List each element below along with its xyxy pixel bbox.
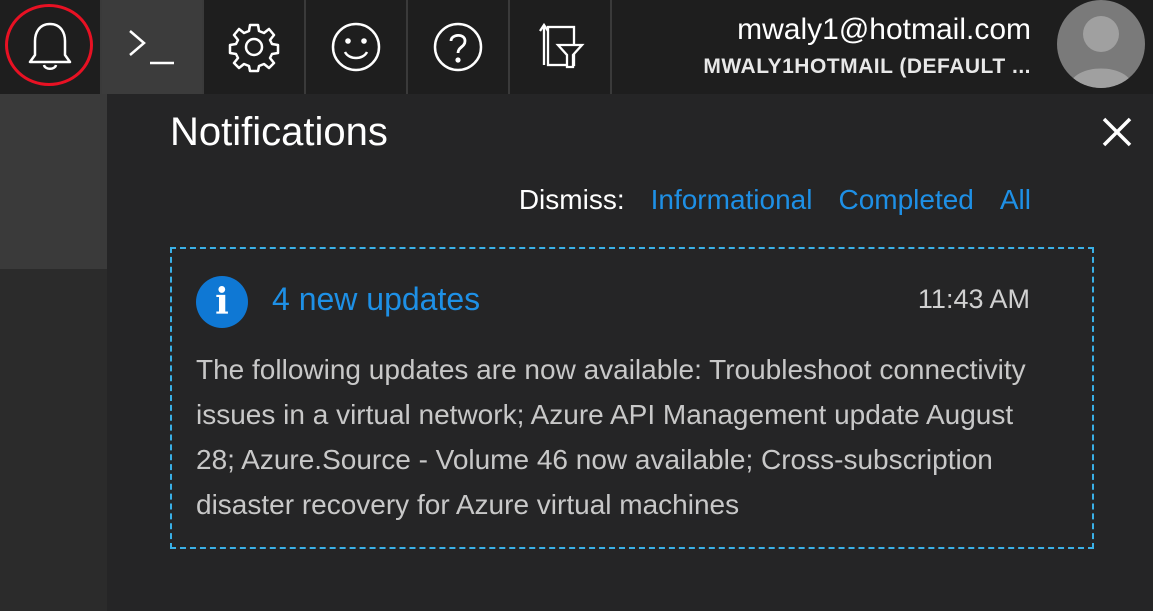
account-directory: MWALY1HOTMAIL (DEFAULT ...: [703, 55, 1031, 78]
info-icon: i: [196, 276, 248, 328]
dismiss-all-link[interactable]: All: [1000, 184, 1031, 216]
panel-title: Notifications: [170, 110, 388, 154]
account-info[interactable]: mwaly1@hotmail.com MWALY1HOTMAIL (DEFAUL…: [703, 10, 1031, 84]
directory-filter-icon: [534, 21, 586, 73]
close-icon: [1101, 116, 1133, 153]
user-avatar-icon[interactable]: [1057, 0, 1145, 88]
notification-title[interactable]: 4 new updates: [272, 281, 480, 318]
background-blade-header: [0, 94, 107, 269]
help-button[interactable]: [408, 0, 510, 94]
dismiss-row: Dismiss: Informational Completed All: [519, 184, 1031, 216]
top-bar: mwaly1@hotmail.com MWALY1HOTMAIL (DEFAUL…: [0, 0, 1153, 94]
notifications-panel: Notifications Dismiss: Informational Com…: [107, 94, 1153, 611]
account-email: mwaly1@hotmail.com: [737, 13, 1031, 46]
feedback-button[interactable]: [306, 0, 408, 94]
dismiss-label: Dismiss:: [518, 184, 625, 215]
gear-icon: [228, 21, 280, 73]
notification-time: 11:43 AM: [917, 284, 1030, 314]
notifications-button[interactable]: [0, 0, 102, 94]
cloud-shell-button[interactable]: [102, 0, 204, 94]
dismiss-informational-link[interactable]: Informational: [651, 184, 813, 216]
smiley-icon: [330, 21, 382, 73]
background-blade: [0, 94, 107, 611]
notification-card[interactable]: i 4 new updates 11:43 AM The following u…: [170, 247, 1094, 549]
help-icon: [432, 21, 484, 73]
directory-filter-button[interactable]: [510, 0, 612, 94]
cloud-shell-icon: [126, 25, 178, 69]
notification-body: The following updates are now available:…: [196, 354, 1026, 520]
close-button[interactable]: [1097, 114, 1137, 154]
bell-icon: [27, 21, 73, 73]
settings-button[interactable]: [204, 0, 306, 94]
dismiss-completed-link[interactable]: Completed: [838, 184, 973, 216]
